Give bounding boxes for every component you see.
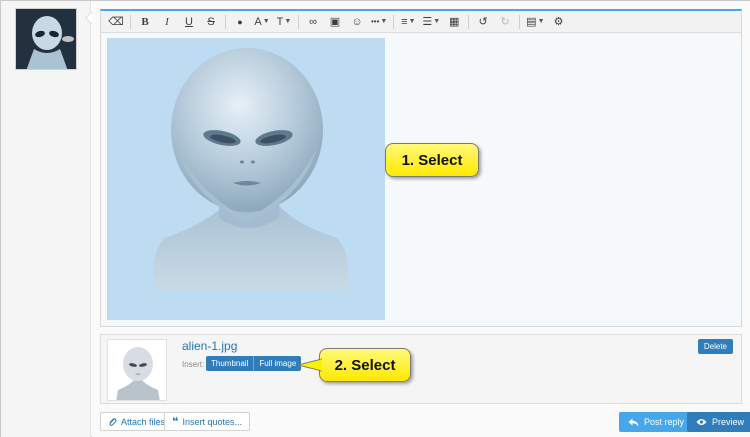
link-icon[interactable]: ∞ xyxy=(302,12,324,32)
undo-icon[interactable]: ↺ xyxy=(472,12,494,32)
insert-button-group: Thumbnail Full image xyxy=(206,356,302,371)
reply-arrow-icon xyxy=(628,418,639,427)
toolbar-divider xyxy=(519,14,521,29)
reply-page: ⌫ B I U S ● A ▼ T ▼ ∞ ▣ ☺ ••• ▼ ≡ ▼ ☰ ▼ ▦ xyxy=(0,0,750,437)
alien-thumbnail-image xyxy=(108,340,166,400)
caret-down-icon: ▼ xyxy=(537,18,545,25)
insert-quotes-button[interactable]: ❝ Insert quotes... xyxy=(164,412,251,431)
rich-text-editor[interactable]: ⌫ B I U S ● A ▼ T ▼ ∞ ▣ ☺ ••• ▼ ≡ ▼ ☰ ▼ ▦ xyxy=(100,9,742,327)
delete-attachment-button[interactable]: Delete xyxy=(697,339,733,354)
align-button[interactable]: ≡ ▼ xyxy=(397,12,419,32)
reply-form: ⌫ B I U S ● A ▼ T ▼ ∞ ▣ ☺ ••• ▼ ≡ ▼ ☰ ▼ ▦ xyxy=(92,1,750,437)
font-size-icon: T xyxy=(276,15,284,28)
italic-icon[interactable]: I xyxy=(156,12,178,32)
smilie-icon[interactable]: ☺ xyxy=(346,12,368,32)
caret-down-icon: ▼ xyxy=(380,18,388,25)
user-column xyxy=(1,1,91,437)
quote-icon: ❝ xyxy=(172,416,179,428)
toolbar-divider xyxy=(225,14,226,29)
post-reply-label: Post reply xyxy=(644,417,685,427)
drafts-button[interactable]: ▤ ▼ xyxy=(523,12,547,32)
text-color-icon[interactable]: ● xyxy=(229,12,251,32)
toolbar-divider xyxy=(468,14,470,29)
attach-files-button[interactable]: Attach files xyxy=(100,412,174,431)
select-image-callout: 1. Select xyxy=(385,143,479,177)
insert-label: Insert: xyxy=(182,360,205,369)
toolbar-divider xyxy=(130,14,131,29)
alien-avatar-image xyxy=(16,9,76,69)
drafts-icon: ▤ xyxy=(526,16,537,28)
caret-down-icon: ▼ xyxy=(262,18,270,25)
insert-full-image-button[interactable]: Full image xyxy=(253,356,301,371)
eye-icon xyxy=(696,418,707,426)
insert-thumbnail-button[interactable]: Thumbnail xyxy=(206,356,253,371)
more-options-button[interactable]: ••• ▼ xyxy=(368,12,390,32)
image-icon[interactable]: ▣ xyxy=(324,12,346,32)
list-button[interactable]: ☰ ▼ xyxy=(419,12,443,32)
caret-down-icon: ▼ xyxy=(284,18,292,25)
editor-toolbar: ⌫ B I U S ● A ▼ T ▼ ∞ ▣ ☺ ••• ▼ ≡ ▼ ☰ ▼ ▦ xyxy=(101,11,741,33)
strikethrough-icon[interactable]: S xyxy=(200,12,222,32)
caret-down-icon: ▼ xyxy=(433,18,441,25)
font-family-icon: A xyxy=(254,15,262,28)
preview-label: Preview xyxy=(712,417,745,427)
underline-icon[interactable]: U xyxy=(178,12,200,32)
list-icon: ☰ xyxy=(422,16,433,28)
attachment-panel: alien-1.jpg Insert: Thumbnail Full image… xyxy=(100,334,742,404)
font-family-button[interactable]: A ▼ xyxy=(251,12,273,32)
attachment-thumbnail[interactable] xyxy=(107,339,167,401)
callout-text: 2. Select xyxy=(334,356,396,374)
bold-icon[interactable]: B xyxy=(134,12,156,32)
clear-format-icon[interactable]: ⌫ xyxy=(105,12,127,32)
more-options-icon: ••• xyxy=(371,17,380,26)
alien-bust-picture xyxy=(153,48,349,290)
font-size-button[interactable]: T ▼ xyxy=(273,12,295,32)
insert-quotes-label: Insert quotes... xyxy=(182,416,243,427)
callout-pointer xyxy=(298,358,322,372)
user-avatar[interactable] xyxy=(15,8,77,70)
paperclip-icon xyxy=(108,417,117,427)
settings-icon[interactable]: ⚙ xyxy=(548,12,570,32)
align-icon: ≡ xyxy=(401,15,408,28)
caret-down-icon: ▼ xyxy=(408,18,416,25)
inserted-alien-image[interactable] xyxy=(107,38,385,320)
table-icon[interactable]: ▦ xyxy=(443,12,465,32)
preview-button[interactable]: Preview xyxy=(687,412,750,432)
callout-text: 1. Select xyxy=(401,151,463,169)
attachment-filename[interactable]: alien-1.jpg xyxy=(182,339,237,353)
toolbar-divider xyxy=(298,14,299,29)
post-reply-button[interactable]: Post reply xyxy=(619,412,694,432)
toolbar-divider xyxy=(393,14,395,29)
attach-files-label: Attach files xyxy=(121,416,166,427)
select-insert-callout: 2. Select xyxy=(298,348,411,382)
redo-icon[interactable]: ↻ xyxy=(494,12,516,32)
